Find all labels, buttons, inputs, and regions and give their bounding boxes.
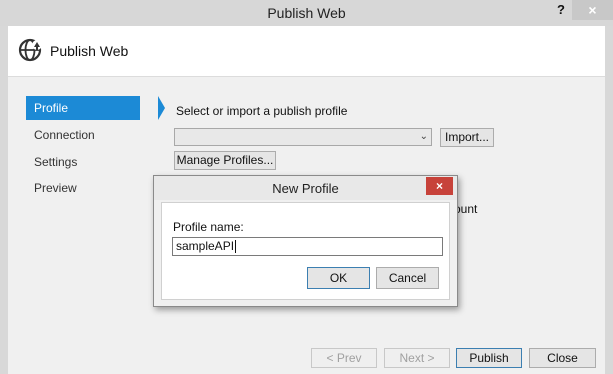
nav-item-preview[interactable]: Preview [26, 176, 140, 200]
nav-item-label: Preview [34, 181, 77, 195]
profile-name-label: Profile name: [173, 220, 244, 234]
chevron-down-icon: ⌄ [419, 131, 428, 142]
publish-button[interactable]: Publish [456, 348, 522, 368]
next-button[interactable]: Next > [384, 348, 450, 368]
nav-item-label: Settings [34, 155, 78, 169]
nav-item-label: Profile [34, 101, 69, 115]
dialog-close-button[interactable]: × [426, 177, 453, 195]
ok-button[interactable]: OK [307, 267, 370, 289]
dialog-body: Profile name: sampleAPI OK Cancel [161, 202, 450, 300]
prev-button[interactable]: < Prev [311, 348, 377, 368]
nav-item-label: Connection [34, 128, 95, 142]
cancel-button[interactable]: Cancel [376, 267, 439, 289]
header-title: Publish Web [50, 43, 129, 59]
nav-selection-arrow [158, 96, 165, 120]
dialog-title-bar: New Profile × [154, 176, 457, 200]
help-button[interactable]: ? [553, 2, 569, 20]
profile-name-input[interactable]: sampleAPI [172, 237, 443, 256]
globe-publish-icon [18, 38, 42, 62]
window-title: Publish Web [267, 5, 346, 21]
title-bar: Publish Web ? × [0, 0, 613, 26]
profile-name-value: sampleAPI [176, 239, 235, 253]
window-close-button[interactable]: × [572, 0, 613, 20]
profile-dropdown[interactable]: ⌄ [174, 128, 432, 146]
close-button[interactable]: Close [529, 348, 596, 368]
manage-profiles-button[interactable]: Manage Profiles... [174, 151, 276, 170]
dialog-title: New Profile [272, 181, 339, 196]
nav-item-profile[interactable]: Profile [26, 96, 165, 120]
import-button[interactable]: Import... [440, 128, 494, 147]
header-banner: Publish Web [8, 26, 605, 77]
nav-item-settings[interactable]: Settings [26, 150, 140, 174]
text-caret [235, 240, 237, 254]
profile-heading: Select or import a publish profile [176, 104, 348, 118]
new-profile-dialog: New Profile × Profile name: sampleAPI OK… [153, 175, 458, 307]
nav-item-connection[interactable]: Connection [26, 123, 140, 147]
